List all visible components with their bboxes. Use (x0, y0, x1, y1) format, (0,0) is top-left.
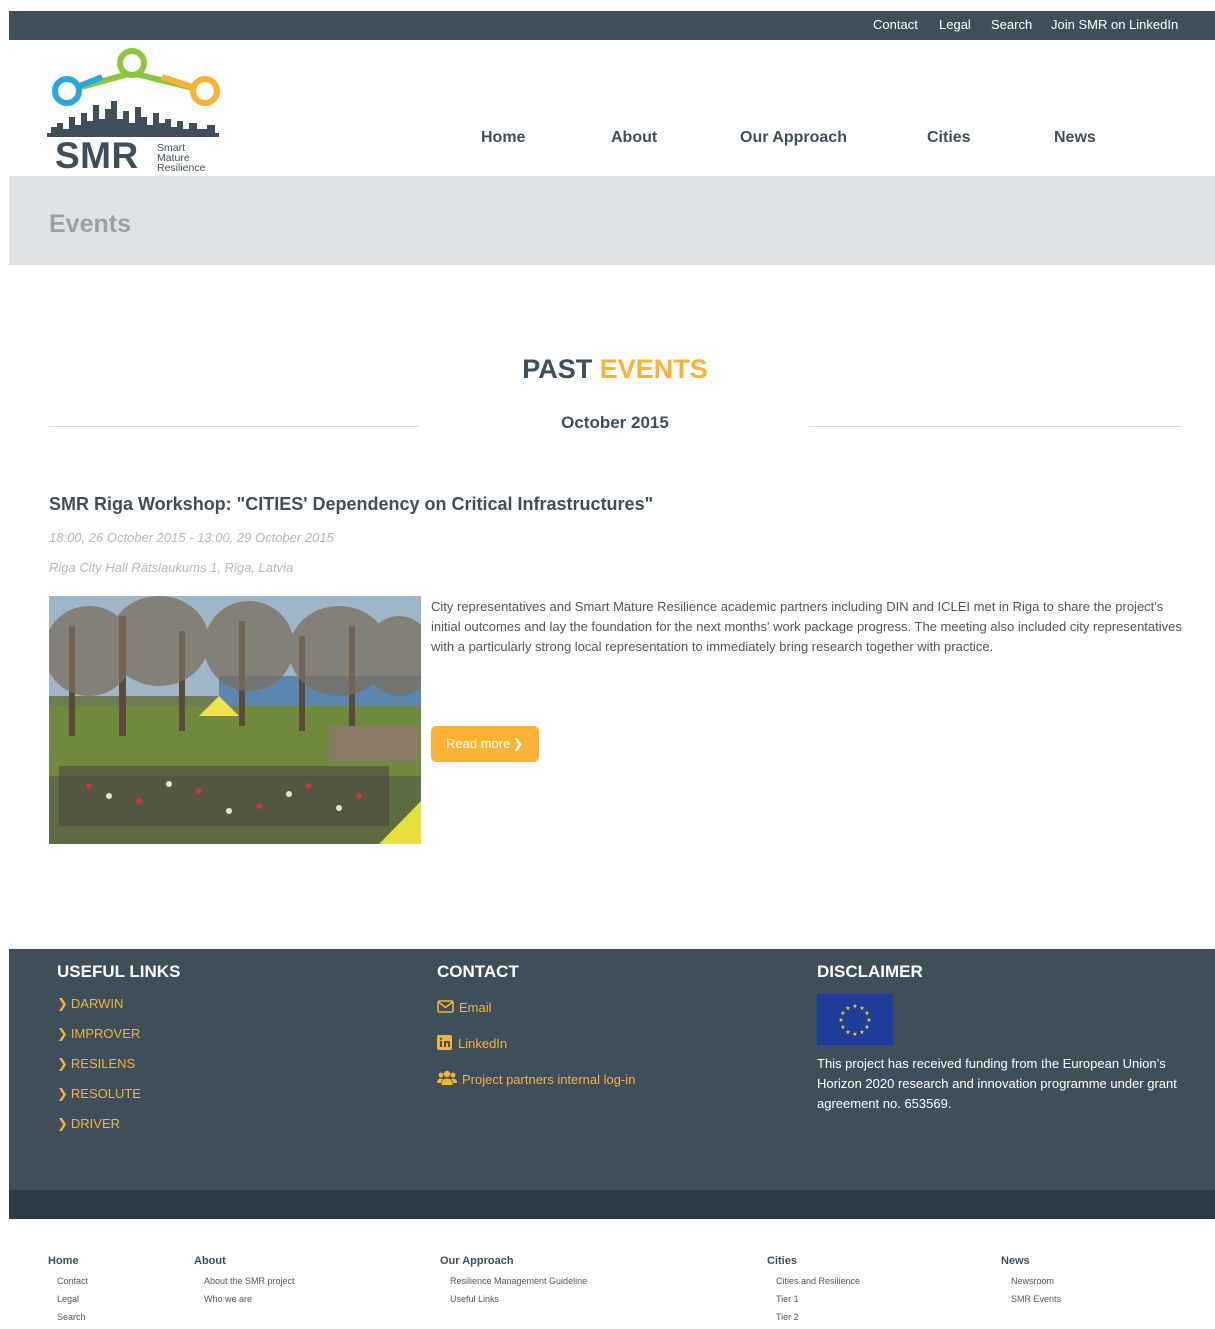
chevron-right-icon: ❯ (57, 1026, 68, 1041)
chevron-right-icon: ❯ (512, 736, 524, 751)
sitemap-heading-cities[interactable]: Cities (767, 1255, 797, 1267)
sitemap-link-cities-resilience[interactable]: Cities and Resilience (776, 1276, 860, 1286)
svg-text:★: ★ (852, 1003, 857, 1010)
svg-text:★: ★ (864, 1024, 869, 1031)
useful-link-label: IMPROVER (70, 1026, 141, 1041)
read-more-label: Read more (446, 736, 511, 751)
past-events-heading-part1: PAST (522, 354, 593, 384)
logo-subtitle: Smart Mature Resilience (157, 143, 206, 174)
svg-text:★: ★ (838, 1017, 843, 1024)
nav-item-about[interactable]: About (611, 129, 657, 147)
smr-logo[interactable]: SMR Smart Mature Resilience (47, 43, 227, 176)
sitemap-link-smr-events[interactable]: SMR Events (1011, 1294, 1061, 1304)
logo-text: SMR (55, 135, 139, 176)
envelope-icon (437, 1000, 454, 1013)
topbar-link-search[interactable]: Search (991, 17, 1032, 32)
footer-strip (9, 1190, 1215, 1219)
svg-text:★: ★ (840, 1024, 845, 1031)
svg-text:★: ★ (866, 1017, 871, 1024)
sitemap-heading-home[interactable]: Home (48, 1255, 79, 1267)
linkedin-icon (437, 1035, 452, 1050)
event-location: Riga City Hall Rātslaukums 1, Rīga, Latv… (49, 560, 294, 575)
nav-item-news[interactable]: News (1054, 129, 1096, 147)
sitemap-link-tier-1[interactable]: Tier 1 (776, 1294, 799, 1304)
useful-link-driver[interactable]: ❯ DRIVER (57, 1116, 120, 1132)
useful-links-heading: USEFUL LINKS (57, 962, 181, 981)
useful-link-improver[interactable]: ❯ IMPROVER (57, 1026, 140, 1042)
contact-linkedin-link[interactable]: LinkedIn (437, 1035, 507, 1051)
topbar-link-linkedin[interactable]: Join SMR on LinkedIn (1051, 17, 1178, 32)
event-title[interactable]: SMR Riga Workshop: "CITIES' Dependency o… (49, 494, 653, 515)
svg-text:★: ★ (852, 1031, 857, 1038)
event-photo-image (49, 596, 421, 844)
read-more-button[interactable]: Read more ❯ (431, 726, 539, 762)
useful-link-label: RESILENS (70, 1056, 136, 1071)
useful-link-label: DRIVER (70, 1116, 121, 1131)
sitemap-link-useful-links[interactable]: Useful Links (450, 1294, 499, 1304)
contact-heading: CONTACT (437, 962, 519, 981)
chevron-right-icon: ❯ (57, 996, 68, 1011)
topbar-link-contact[interactable]: Contact (873, 17, 918, 32)
event-photo[interactable] (49, 596, 421, 844)
contact-email-link[interactable]: Email (437, 1000, 492, 1015)
useful-link-resilens[interactable]: ❯ RESILENS (57, 1056, 135, 1072)
svg-text:★: ★ (864, 1010, 869, 1017)
eu-flag-icon: ★ ★ ★ ★ ★ ★ ★ ★ ★ ★ ★ ★ (817, 994, 893, 1045)
top-bar: Contact Legal Search Join SMR on LinkedI… (9, 11, 1215, 40)
sitemap-link-contact[interactable]: Contact (57, 1276, 88, 1286)
page-title: Events (49, 210, 131, 238)
disclaimer-text: This project has received funding from t… (817, 1056, 1177, 1111)
contact-email-label: Email (459, 1000, 492, 1015)
sitemap-link-legal[interactable]: Legal (57, 1294, 79, 1304)
past-events-heading-part2: EVENTS (599, 354, 708, 384)
past-events-heading: PAST EVENTS (9, 354, 1215, 385)
month-heading: October 2015 (561, 413, 669, 432)
partners-login-link[interactable]: Project partners internal log-in (437, 1070, 635, 1087)
nav-item-home[interactable]: Home (481, 129, 525, 147)
chevron-right-icon: ❯ (57, 1116, 68, 1131)
useful-link-darwin[interactable]: ❯ DARWIN (57, 996, 123, 1012)
svg-text:★: ★ (845, 1029, 850, 1036)
nav-item-our-approach[interactable]: Our Approach (740, 129, 847, 147)
useful-link-label: RESOLUTE (70, 1086, 141, 1101)
sitemap-link-about-project[interactable]: About the SMR project (204, 1276, 295, 1286)
partners-login-label: Project partners internal log-in (462, 1072, 636, 1087)
sitemap-link-rmg[interactable]: Resilience Management Guideline (450, 1276, 587, 1286)
nav-item-cities[interactable]: Cities (927, 129, 971, 147)
sitemap-heading-news[interactable]: News (1001, 1255, 1030, 1267)
disclaimer-heading: DISCLAIMER (817, 962, 923, 981)
svg-text:★: ★ (859, 1029, 864, 1036)
useful-link-label: DARWIN (70, 996, 124, 1011)
users-icon (437, 1070, 457, 1085)
sitemap-link-newsroom[interactable]: Newsroom (1011, 1276, 1054, 1286)
svg-text:★: ★ (845, 1005, 850, 1012)
sitemap-link-tier-2[interactable]: Tier 2 (776, 1312, 799, 1322)
event-description: City representatives and Smart Mature Re… (431, 599, 1182, 654)
sitemap-link-search[interactable]: Search (57, 1312, 86, 1322)
event-datetime: 18:00, 26 October 2015 - 13:00, 29 Octob… (49, 530, 334, 545)
footer: USEFUL LINKS ❯ DARWIN ❯ IMPROVER ❯ RESILENS… (9, 949, 1215, 1190)
sitemap-heading-our-approach[interactable]: Our Approach (440, 1255, 514, 1267)
page: Contact Legal Search Join SMR on LinkedI… (9, 11, 1215, 1329)
page-banner: Events (9, 176, 1215, 265)
logo-subtitle-line: Resilience (157, 162, 206, 174)
sitemap-link-who-we-are[interactable]: Who we are (204, 1294, 252, 1304)
sitemap-heading-about[interactable]: About (194, 1255, 226, 1267)
logo-graphic-icon (47, 48, 220, 137)
chevron-right-icon: ❯ (57, 1086, 68, 1101)
header: SMR Smart Mature Resilience Home About O… (9, 40, 1215, 176)
eu-stars-icon: ★ ★ ★ ★ ★ ★ ★ ★ ★ ★ ★ ★ (838, 1003, 871, 1038)
contact-linkedin-label: LinkedIn (458, 1036, 508, 1051)
useful-link-resolute[interactable]: ❯ RESOLUTE (57, 1086, 141, 1102)
topbar-link-legal[interactable]: Legal (939, 17, 971, 32)
chevron-right-icon: ❯ (57, 1056, 68, 1071)
